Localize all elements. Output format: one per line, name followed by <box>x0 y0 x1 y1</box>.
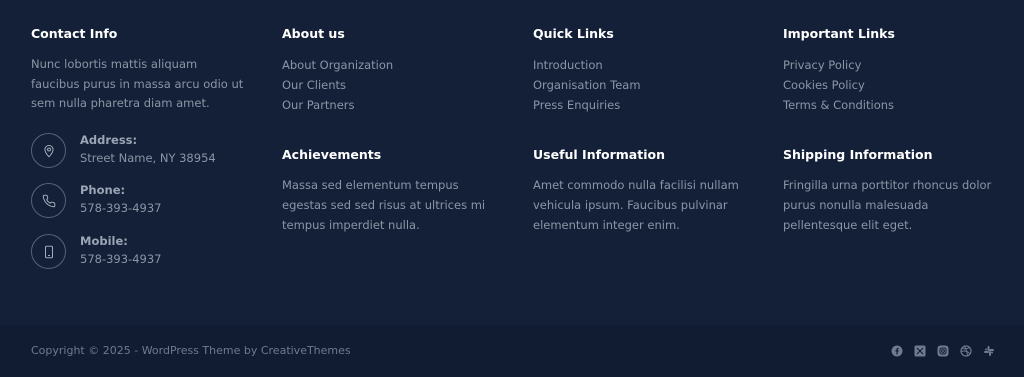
achievements-text: Massa sed elementum tempus egestas sed s… <box>282 178 486 232</box>
address-label: Address: <box>80 133 138 147</box>
about-link[interactable]: About Organization <box>282 56 497 76</box>
about-column: About us About Organization Our Clients … <box>282 27 497 236</box>
dribbble-icon[interactable] <box>959 344 973 358</box>
contact-info-description: Nunc lobortis mattis aliquam faucibus pu… <box>31 57 244 111</box>
contact-mobile: Mobile: 578-393-4937 <box>31 234 246 274</box>
important-links-column: Important Links Privacy Policy Cookies P… <box>783 27 998 236</box>
quick-link[interactable]: Introduction <box>533 56 748 76</box>
useful-info-heading: Useful Information <box>533 147 665 163</box>
important-link[interactable]: Terms & Conditions <box>783 96 998 116</box>
quick-links-heading: Quick Links <box>533 26 614 41</box>
mobile-icon <box>31 234 66 269</box>
about-link[interactable]: Our Partners <box>282 96 497 116</box>
important-links-heading: Important Links <box>783 26 895 41</box>
instagram-icon[interactable] <box>936 344 950 358</box>
slack-icon[interactable] <box>982 344 996 358</box>
copyright-text: Copyright © 2025 - WordPress Theme by Cr… <box>31 344 351 357</box>
quick-link[interactable]: Organisation Team <box>533 76 748 96</box>
contact-info-heading: Contact Info <box>31 26 118 41</box>
address-value: Street Name, NY 38954 <box>80 151 216 165</box>
footer-main: Contact Info Nunc lobortis mattis aliqua… <box>0 0 1024 325</box>
important-links: Privacy Policy Cookies Policy Terms & Co… <box>783 56 998 115</box>
x-icon[interactable] <box>913 344 927 358</box>
shipping-info-heading: Shipping Information <box>783 147 933 163</box>
contact-info-column: Contact Info Nunc lobortis mattis aliqua… <box>31 26 246 269</box>
phone-label: Phone: <box>80 183 126 197</box>
about-link[interactable]: Our Clients <box>282 76 497 96</box>
about-heading: About us <box>282 26 345 41</box>
footer-bottom-bar: Copyright © 2025 - WordPress Theme by Cr… <box>0 325 1024 377</box>
mobile-label: Mobile: <box>80 234 128 248</box>
useful-info-text: Amet commodo nulla facilisi nullam vehic… <box>533 178 739 232</box>
important-link[interactable]: Privacy Policy <box>783 56 998 76</box>
facebook-icon[interactable] <box>890 344 904 358</box>
phone-value[interactable]: 578-393-4937 <box>80 201 161 215</box>
quick-link[interactable]: Press Enquiries <box>533 96 748 116</box>
important-link[interactable]: Cookies Policy <box>783 76 998 96</box>
quick-links-column: Quick Links Introduction Organisation Te… <box>533 27 748 236</box>
mobile-value[interactable]: 578-393-4937 <box>80 252 161 266</box>
about-links: About Organization Our Clients Our Partn… <box>282 56 497 115</box>
contact-phone: Phone: 578-393-4937 <box>31 183 246 223</box>
social-links <box>890 344 996 358</box>
phone-icon <box>31 183 66 218</box>
map-pin-icon <box>31 133 66 168</box>
shipping-info-text: Fringilla urna porttitor rhoncus dolor p… <box>783 178 992 232</box>
achievements-heading: Achievements <box>282 147 382 163</box>
contact-address: Address: Street Name, NY 38954 <box>31 133 246 173</box>
quick-links: Introduction Organisation Team Press Enq… <box>533 56 748 115</box>
